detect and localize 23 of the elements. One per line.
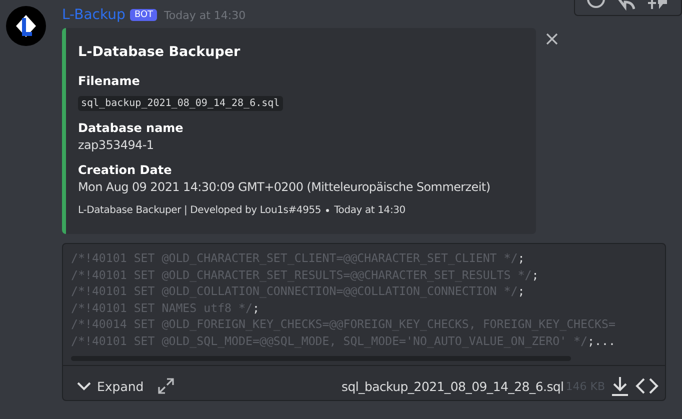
reply-icon[interactable] [617,0,635,11]
field-value: Mon Aug 09 2021 14:30:09 GMT+0200 (Mitteleuropäische Sommerzeit) [78,180,492,194]
field-value: sql_backup_2021_08_09_14_28_6.sql [78,96,283,111]
separator-dot-icon [326,209,330,212]
thread-icon[interactable] [647,0,669,11]
timestamp: Today at 14:30 [164,8,246,22]
emoji-icon[interactable] [587,0,605,11]
field-value: zap353494-1 [78,138,155,152]
field-name: Database name [78,121,184,135]
field-name: Filename [78,74,141,88]
fullscreen-icon[interactable] [158,378,174,394]
embed-title: L-Database Backuper [78,44,242,60]
download-icon[interactable] [611,376,629,396]
footer-timestamp: Today at 14:30 [334,205,406,216]
expand-button[interactable]: Expand [77,378,144,394]
chevron-icon [77,381,91,391]
file-name[interactable]: sql_backup_2021_08_09_14_28_6.sql [342,378,564,394]
bot-tag: BOT [130,9,158,21]
close-icon[interactable] [546,33,558,45]
field-name: Creation Date [78,163,173,177]
embed-footer: L-Database Backuper | Developed by Lou1s#4955 [78,205,322,216]
bot-avatar[interactable] [6,6,46,46]
code-icon[interactable] [635,377,659,395]
